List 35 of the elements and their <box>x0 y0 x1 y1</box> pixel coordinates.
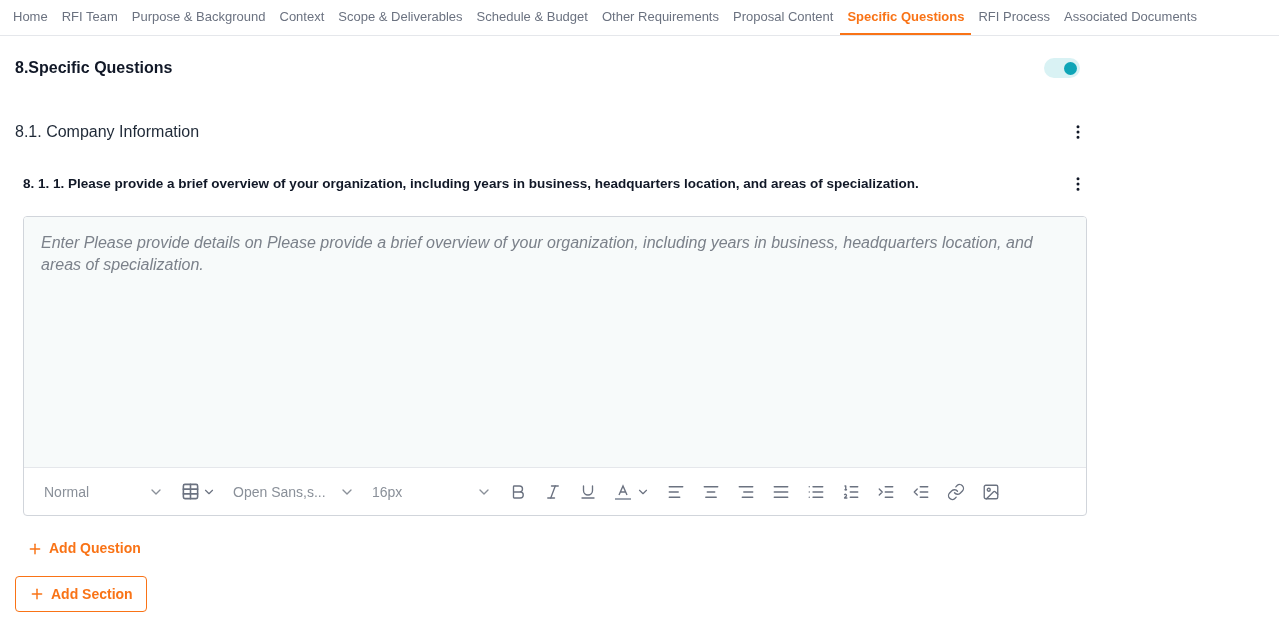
italic-icon <box>544 482 562 501</box>
nav-tab[interactable]: RFI Process <box>971 0 1057 35</box>
image-button[interactable] <box>982 482 1000 501</box>
text-color-icon <box>614 482 632 501</box>
section-title: 8.Specific Questions <box>15 58 173 78</box>
dropdown-select[interactable]: Open Sans,s... <box>233 481 355 502</box>
table-button[interactable] <box>181 482 216 502</box>
toggle-switch[interactable] <box>1044 58 1080 78</box>
numbered-list-icon <box>842 482 860 501</box>
nav-tab[interactable]: Purpose & Background <box>124 0 273 35</box>
nav-tab[interactable]: Specific Questions <box>840 0 972 35</box>
question-title: 8. 1. 1. Please provide a brief overview of your organization, including years in business, headquarters location, and areas of specialization. <box>23 175 919 193</box>
italic-button[interactable] <box>544 482 562 501</box>
link-icon <box>947 482 965 501</box>
nav-tab[interactable]: Schedule & Budget <box>469 0 595 35</box>
nav-tab[interactable]: Proposal Content <box>726 0 841 35</box>
nav-tab[interactable]: Associated Documents <box>1057 0 1204 35</box>
nav-tab[interactable]: Context <box>272 0 332 35</box>
table-icon <box>181 482 200 502</box>
subsection-title: 8.1. Company Information <box>15 122 200 142</box>
nav-tab[interactable]: Scope & Deliverables <box>331 0 470 35</box>
dropdown-select[interactable]: 16px <box>372 481 492 502</box>
image-icon <box>982 482 1000 501</box>
numbered-list-button[interactable] <box>842 482 860 501</box>
nav-tab[interactable]: Home <box>6 0 55 35</box>
text-color-button[interactable] <box>614 482 650 501</box>
nav-tab[interactable]: RFI Team <box>54 0 125 35</box>
nav-tab[interactable]: Other Requirements <box>594 0 726 35</box>
underline-button[interactable] <box>579 482 597 501</box>
answer-field[interactable]: Enter Please provide details on Please provide a brief overview of your organization, including years in business, headquarters location, and areas of specialization. <box>24 217 1086 468</box>
link-button[interactable] <box>947 482 965 501</box>
underline-icon <box>579 482 597 501</box>
add-question-button[interactable]: Add Question <box>27 538 141 560</box>
add-section-button[interactable]: Add Section <box>15 576 147 613</box>
dropdown-select[interactable]: Normal <box>44 481 164 502</box>
